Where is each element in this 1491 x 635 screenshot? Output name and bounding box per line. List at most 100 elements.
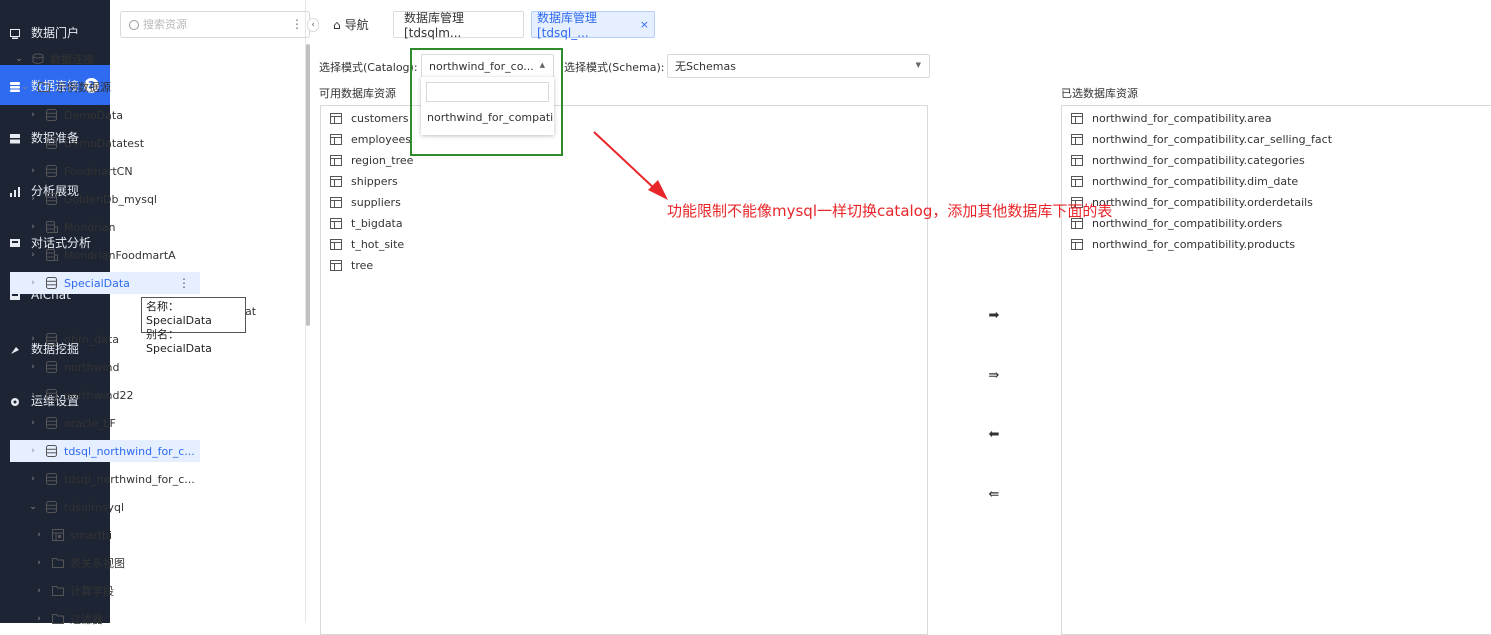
chevron-right-icon[interactable]: ›: [34, 558, 44, 568]
available-resource-item[interactable]: suppliers: [330, 192, 401, 212]
selected-resource-item[interactable]: northwind_for_compatibility.car_selling_…: [1071, 129, 1332, 149]
database-icon: [46, 137, 57, 149]
selected-resource-item[interactable]: northwind_for_compatibility.dim_date: [1071, 171, 1298, 191]
tree-item-label: northwind22: [64, 388, 134, 402]
chevron-right-icon[interactable]: ›: [28, 278, 38, 288]
remove-selected-button[interactable]: ⬅: [985, 426, 1003, 442]
tree-item[interactable]: › northwind22: [10, 384, 200, 406]
cube-icon: [46, 249, 58, 261]
tree-item[interactable]: › smartbi: [10, 524, 200, 546]
selected-resource-item-label: northwind_for_compatibility.orders: [1092, 216, 1283, 230]
tooltip-name: 名称：SpecialData: [146, 300, 212, 327]
tree-item[interactable]: › 表关系视图: [10, 552, 200, 574]
home-icon: ⌂: [333, 17, 341, 32]
chevron-right-icon[interactable]: ›: [28, 138, 38, 148]
chevron-right-icon[interactable]: ›: [28, 446, 38, 456]
close-icon[interactable]: ×: [640, 18, 649, 31]
schema-selected-value: 无Schemas: [675, 60, 736, 73]
available-resource-item-label: suppliers: [351, 195, 401, 209]
selected-resource-item-label: northwind_for_compatibility.car_selling_…: [1092, 132, 1333, 146]
tree-item[interactable]: › DemoDatatest: [10, 132, 200, 154]
tree-scrollbar[interactable]: [306, 44, 310, 326]
tree-item-label: SpecialData: [64, 276, 130, 290]
database-icon: [46, 361, 57, 373]
tree-item[interactable]: ⌄ 数据连接: [10, 48, 200, 70]
tree-item[interactable]: › Mondrian: [10, 216, 200, 238]
chevron-down-icon[interactable]: ⌄: [20, 82, 30, 92]
database-icon: [46, 109, 57, 121]
chevron-right-icon[interactable]: ›: [28, 362, 38, 372]
more-options-icon[interactable]: ⋮: [291, 17, 303, 31]
table-icon: [1071, 112, 1083, 124]
add-all-button[interactable]: ⇛: [985, 367, 1003, 383]
more-options-icon[interactable]: ⋮: [178, 276, 190, 290]
chevron-right-icon[interactable]: ›: [28, 194, 38, 204]
available-resource-item[interactable]: t_hot_site: [330, 234, 404, 254]
catalog-label: 选择模式(Catalog):: [319, 61, 418, 74]
chevron-right-icon[interactable]: ›: [28, 166, 38, 176]
chevron-right-icon[interactable]: ›: [28, 222, 38, 232]
database-icon: [46, 193, 57, 205]
selected-resource-item[interactable]: northwind_for_compatibility.area: [1071, 108, 1272, 128]
chevron-right-icon[interactable]: ›: [28, 474, 38, 484]
tooltip-alias: 别名：SpecialData: [146, 328, 212, 355]
tree-item-label: 数据连接: [50, 53, 94, 66]
chevron-down-icon[interactable]: ⌄: [14, 54, 24, 64]
chevron-right-icon[interactable]: ›: [28, 390, 38, 400]
tab-database-management-2[interactable]: 数据库管理[tdsql_... ×: [531, 11, 655, 40]
tree-item[interactable]: › tdsql_northwind_for_c...: [10, 468, 200, 490]
available-resource-item[interactable]: tree: [330, 255, 373, 275]
tree-item[interactable]: › GoldenDb_mysql: [10, 188, 200, 210]
tree-item[interactable]: › FoodmartCN: [10, 160, 200, 182]
tree-item-label: 表关系视图: [70, 557, 125, 570]
tree-item[interactable]: › DemoData: [10, 104, 200, 126]
database-icon: [46, 389, 57, 401]
schema-select[interactable]: 无Schemas ▼: [667, 54, 930, 78]
tree-item-label: DemoDatatest: [64, 136, 145, 150]
tab-database-management-1[interactable]: 数据库管理[tdsqlm...: [393, 11, 524, 40]
search-box[interactable]: ⋮: [120, 11, 310, 38]
table-icon: [330, 196, 342, 208]
table-icon: [330, 175, 342, 187]
add-selected-button[interactable]: ➡: [985, 307, 1003, 323]
tab-navigation[interactable]: ⌂ 导航: [333, 11, 369, 38]
tree-item[interactable]: › 计算字段: [10, 580, 200, 602]
tree-item[interactable]: › 过滤器: [10, 608, 200, 630]
chevron-right-icon[interactable]: ›: [34, 586, 44, 596]
database-icon: [46, 501, 57, 513]
database-icon: [46, 277, 57, 289]
selected-resource-item-label: northwind_for_compatibility.dim_date: [1092, 174, 1299, 188]
tree-item[interactable]: › tdsql_northwind_for_c...: [10, 440, 200, 462]
available-resource-item[interactable]: region_tree: [330, 150, 413, 170]
connection-icon: [32, 53, 44, 65]
chevron-right-icon[interactable]: ›: [28, 250, 38, 260]
tree-item[interactable]: › oracle_LF: [10, 412, 200, 434]
available-resource-item[interactable]: shippers: [330, 171, 398, 191]
tab-label: 数据库管理[tdsql_...: [537, 11, 598, 40]
available-resource-item-label: t_bigdata: [351, 216, 403, 230]
tree-item-label: tdsqlmsyql: [64, 500, 125, 514]
tree-item[interactable]: ⌄ tdsqlmsyql: [10, 496, 200, 518]
chevron-right-icon[interactable]: ›: [34, 530, 44, 540]
selected-resource-item[interactable]: northwind_for_compatibility.categories: [1071, 150, 1305, 170]
tree-item[interactable]: ⌄ 示例数据源: [10, 76, 200, 98]
available-resource-item[interactable]: employees: [330, 129, 411, 149]
selected-resources-list[interactable]: northwind_for_compatibility.area northwin…: [1061, 105, 1491, 635]
remove-all-button[interactable]: ⇚: [985, 486, 1003, 502]
search-input[interactable]: [143, 18, 283, 31]
available-resource-item[interactable]: customers: [330, 108, 409, 128]
selected-resource-item[interactable]: northwind_for_compatibility.products: [1071, 234, 1295, 254]
tree-item[interactable]: › SpecialData ⋮: [10, 272, 200, 294]
chevron-right-icon[interactable]: ›: [28, 334, 38, 344]
tree-item[interactable]: › northwind: [10, 356, 200, 378]
tree-item[interactable]: › MondrianFoodmartA: [10, 244, 200, 266]
portal-icon: [10, 28, 20, 39]
nav-item-0[interactable]: 数据门户: [0, 12, 110, 52]
chevron-right-icon[interactable]: ›: [28, 110, 38, 120]
tooltip-obscured-text: at: [245, 305, 257, 318]
chevron-right-icon[interactable]: ›: [28, 418, 38, 428]
tab-bar: ⌂ 导航 数据库管理[tdsqlm... 数据库管理[tdsql_... ×: [320, 0, 1491, 48]
collapse-panel-button[interactable]: ‹: [307, 18, 319, 32]
available-resource-item[interactable]: t_bigdata: [330, 213, 403, 233]
chevron-down-icon[interactable]: ⌄: [28, 502, 38, 512]
